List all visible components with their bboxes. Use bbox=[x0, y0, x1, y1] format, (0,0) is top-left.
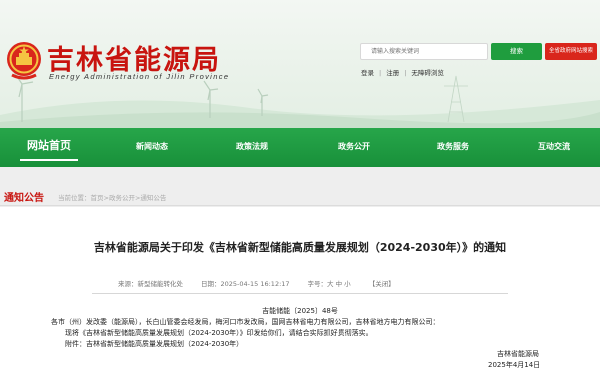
article-meta: 来源：新型储能转化处 日期：2025-04-15 16:12:17 字号：大 中 小… bbox=[118, 278, 397, 288]
search-input[interactable] bbox=[360, 43, 488, 60]
nav-item-news[interactable]: 新闻动态 bbox=[136, 128, 168, 167]
signature: 吉林省能源局 bbox=[497, 350, 539, 358]
search-button[interactable]: 搜索 bbox=[491, 43, 542, 60]
body-line-addressees: 各市（州）发改委（能源局），长白山管委会经发局，梅河口市发改局，国网吉林省电力有… bbox=[51, 318, 440, 326]
font-size-control[interactable]: 字号：大 中 小 bbox=[308, 280, 351, 288]
nav-item-service[interactable]: 政务服务 bbox=[437, 128, 469, 167]
province-search-button[interactable]: 全省政府网站搜索 bbox=[545, 43, 597, 60]
nav-item-policy[interactable]: 政策法规 bbox=[236, 128, 268, 167]
top-links: 登录 | 注册 | 无障碍浏览 bbox=[361, 69, 444, 77]
nav-item-interaction[interactable]: 互动交流 bbox=[538, 128, 570, 167]
login-link[interactable]: 登录 bbox=[361, 69, 374, 77]
breadcrumb[interactable]: 当前位置：首页>政务公开>通知公告 bbox=[58, 192, 166, 202]
document-number: 吉能储能〔2025〕48号 bbox=[262, 307, 338, 315]
nav-item-home[interactable]: 网站首页 bbox=[14, 128, 84, 167]
meta-source: 来源：新型储能转化处 bbox=[118, 280, 183, 288]
meta-date: 日期：2025-04-15 16:12:17 bbox=[201, 280, 290, 288]
site-subtitle: Energy Administration of Jilin Province bbox=[49, 72, 230, 81]
accessibility-link[interactable]: 无障碍浏览 bbox=[411, 69, 444, 77]
register-link[interactable]: 注册 bbox=[386, 69, 399, 77]
close-link[interactable]: 【关闭】 bbox=[369, 280, 395, 288]
sign-date: 2025年4月14日 bbox=[488, 361, 541, 369]
nav-item-public[interactable]: 政务公开 bbox=[338, 128, 370, 167]
divider bbox=[0, 205, 600, 206]
main-nav: 网站首页 新闻动态 政策法规 政务公开 政务服务 互动交流 bbox=[0, 128, 600, 167]
article-title: 吉林省能源局关于印发《吉林省新型储能高质量发展规划（2024-2030年）》的通… bbox=[93, 241, 507, 254]
site-header: 吉林省能源局 Energy Administration of Jilin Pr… bbox=[0, 0, 600, 128]
meta-divider bbox=[92, 293, 508, 294]
body-line-notice: 现将《吉林省新型储能高质量发展规划（2024-2030年）》印发给你们，请结合实… bbox=[65, 329, 373, 337]
national-emblem-icon bbox=[7, 42, 41, 80]
section-title: 通知公告 bbox=[4, 193, 44, 204]
body-line-attachment[interactable]: 附件：吉林省新型储能高质量发展规划（2024-2030年） bbox=[65, 339, 243, 349]
